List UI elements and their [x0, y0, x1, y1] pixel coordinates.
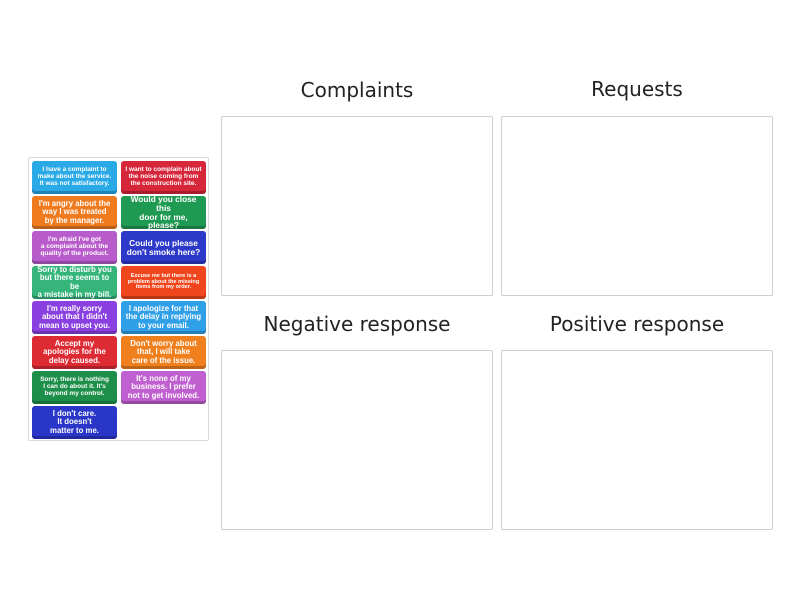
card-none-of-my-business[interactable]: It's none of my business. I prefer not t…	[121, 371, 206, 404]
card-label: Sorry to disturb you but there seems to …	[37, 266, 112, 299]
card-label: Would you close this door for me, please…	[130, 196, 197, 229]
card-label: I'm angry about the way I was treated by…	[38, 199, 111, 225]
card-label: It's none of my business. I prefer not t…	[127, 374, 200, 400]
card-complaint-product[interactable]: I'm afraid I've got a complaint about th…	[32, 231, 117, 264]
card-dont-care[interactable]: I don't care. It doesn't matter to me.	[32, 406, 117, 439]
card-label: I'm afraid I've got a complaint about th…	[40, 236, 109, 257]
drop-zone-negative-response[interactable]	[221, 350, 493, 530]
card-label: I apologize for that the delay in replyi…	[125, 304, 202, 330]
zone-title-requests: Requests	[591, 77, 683, 101]
card-label: I have a complaint to make about the ser…	[37, 166, 112, 187]
card-complaint-service[interactable]: I have a complaint to make about the ser…	[32, 161, 117, 194]
card-label: Sorry, there is nothing I can do about i…	[40, 376, 109, 397]
zone-title-complaints: Complaints	[300, 78, 414, 102]
card-nothing-i-can-do[interactable]: Sorry, there is nothing I can do about i…	[32, 371, 117, 404]
card-mistake-bill[interactable]: Sorry to disturb you but there seems to …	[32, 266, 117, 299]
zone-title-positive-response: Positive response	[549, 312, 725, 336]
card-label: Don't worry about that, I will take care…	[130, 339, 197, 365]
card-label: Could you please don't smoke here?	[126, 237, 201, 257]
card-dont-worry[interactable]: Don't worry about that, I will take care…	[121, 336, 206, 369]
card-dont-smoke[interactable]: Could you please don't smoke here?	[121, 231, 206, 264]
card-angry-manager[interactable]: I'm angry about the way I was treated by…	[32, 196, 117, 229]
card-accept-apologies[interactable]: Accept my apologies for the delay caused…	[32, 336, 117, 369]
card-sorry-upset[interactable]: I'm really sorry about that I didn't mea…	[32, 301, 117, 334]
card-label: I don't care. It doesn't matter to me.	[50, 409, 99, 435]
drop-zone-requests[interactable]	[501, 116, 773, 296]
zone-title-negative-response: Negative response	[263, 312, 451, 336]
card-missing-items[interactable]: Excuse me but there is a problem about t…	[121, 266, 206, 299]
card-label: I'm really sorry about that I didn't mea…	[38, 304, 111, 330]
card-apologize-delay[interactable]: I apologize for that the delay in replyi…	[121, 301, 206, 334]
card-pool: I have a complaint to make about the ser…	[28, 157, 209, 441]
drop-zone-complaints[interactable]	[221, 116, 493, 296]
card-label: Excuse me but there is a problem about t…	[127, 272, 200, 291]
card-close-door[interactable]: Would you close this door for me, please…	[121, 196, 206, 229]
drop-zone-positive-response[interactable]	[501, 350, 773, 530]
card-complaint-noise[interactable]: I want to complain about the noise comin…	[121, 161, 206, 194]
card-label: Accept my apologies for the delay caused…	[43, 339, 106, 365]
card-label: I want to complain about the noise comin…	[125, 166, 202, 187]
